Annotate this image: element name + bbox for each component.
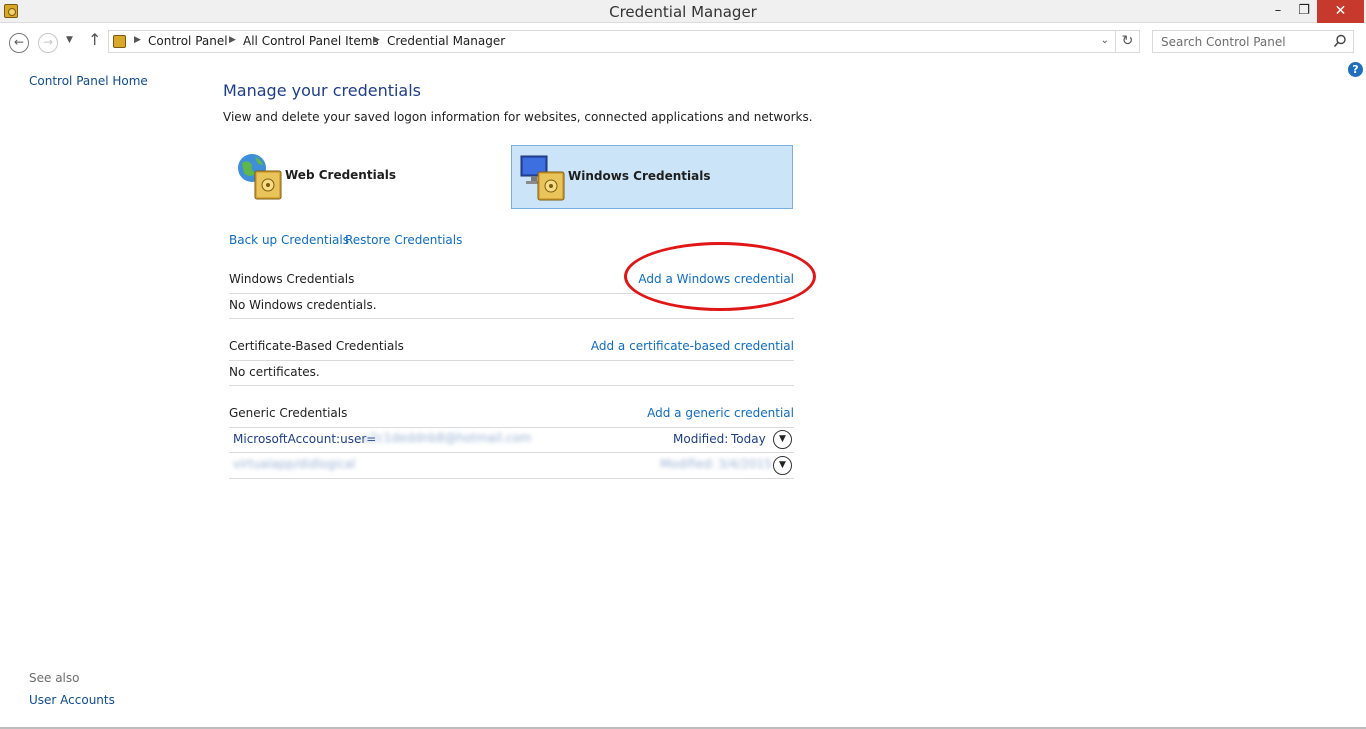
credential-name: MicrosoftAccount:user= (233, 432, 377, 446)
expand-icon[interactable]: ▼ (773, 456, 792, 475)
credential-name-blurred: u2c1deddnb8@hotmail.com (362, 431, 532, 445)
restore-credentials-link[interactable]: Restore Credentials (345, 233, 462, 247)
credential-name-blurred: virtualapp/didlogical (233, 457, 356, 471)
help-icon[interactable]: ? (1348, 62, 1363, 77)
certificate-credentials-section-title: Certificate-Based Credentials (229, 339, 404, 353)
web-credentials-icon (238, 154, 282, 200)
credential-modified-label: Modified: (660, 457, 716, 471)
windows-credentials-icon (520, 155, 565, 201)
back-icon[interactable]: ← (9, 33, 29, 53)
credential-modified-value-blurred: 3/4/2015 (718, 457, 772, 471)
user-accounts-link[interactable]: User Accounts (29, 693, 115, 707)
page-title: Manage your credentials (223, 81, 422, 100)
breadcrumb-credential-manager[interactable]: Credential Manager (387, 34, 505, 48)
minimize-button[interactable]: – (1265, 0, 1291, 23)
title-bar: Credential Manager – ❐ ✕ (0, 0, 1366, 23)
generic-credential-row[interactable]: virtualapp/didlogical Modified: 3/4/2015… (229, 453, 794, 479)
control-panel-home-link[interactable]: Control Panel Home (29, 74, 148, 88)
generic-credentials-section-header: Generic Credentials Add a generic creden… (229, 406, 794, 428)
web-credentials-label: Web Credentials (285, 168, 397, 182)
restore-button[interactable]: ❐ (1291, 0, 1317, 23)
credential-modified-label: Modified: (673, 432, 729, 446)
address-bar[interactable]: ▶ Control Panel ▶ All Control Panel Item… (108, 30, 1116, 53)
add-generic-credential-link[interactable]: Add a generic credential (647, 406, 794, 420)
search-input[interactable] (1153, 31, 1323, 52)
navigation-bar: ← → ▼ ↑ ▶ Control Panel ▶ All Control Pa… (0, 24, 1366, 60)
windows-credentials-label: Windows Credentials (568, 169, 711, 183)
breadcrumb-all-items[interactable]: All Control Panel Items (243, 34, 379, 48)
search-box[interactable] (1152, 30, 1354, 53)
address-dropdown-icon[interactable]: ⌄ (1101, 35, 1109, 46)
page-description: View and delete your saved logon informa… (223, 110, 813, 124)
windows-credentials-section-title: Windows Credentials (229, 272, 355, 286)
add-certificate-credential-link[interactable]: Add a certificate-based credential (591, 339, 794, 353)
certificate-credentials-section-header: Certificate-Based Credentials Add a cert… (229, 339, 794, 361)
forward-icon[interactable]: → (38, 33, 58, 53)
window-title: Credential Manager (609, 3, 757, 21)
refresh-icon[interactable]: ↻ (1116, 30, 1140, 53)
generic-credentials-section-title: Generic Credentials (229, 406, 348, 420)
generic-credential-row[interactable]: MicrosoftAccount:user= u2c1deddnb8@hotma… (229, 427, 794, 453)
certificates-empty: No certificates. (229, 360, 794, 386)
web-credentials-tile[interactable]: Web Credentials (229, 145, 511, 209)
breadcrumb-separator-icon[interactable]: ▶ (229, 35, 236, 45)
see-also-label: See also (29, 671, 80, 685)
credential-modified-value: Today (731, 432, 766, 446)
breadcrumb-separator-icon[interactable]: ▶ (373, 35, 380, 45)
recent-locations-chevron-icon[interactable]: ▼ (66, 35, 73, 45)
breadcrumb-control-panel[interactable]: Control Panel (148, 34, 228, 48)
close-button[interactable]: ✕ (1317, 0, 1364, 23)
breadcrumb-separator-icon[interactable]: ▶ (134, 35, 141, 45)
back-up-credentials-link[interactable]: Back up Credentials (229, 233, 349, 247)
search-icon[interactable] (1333, 34, 1347, 48)
annotation-highlight-ellipse (624, 242, 816, 311)
expand-icon[interactable]: ▼ (773, 430, 792, 449)
control-panel-icon (113, 35, 126, 48)
windows-credentials-tile[interactable]: Windows Credentials (511, 145, 793, 209)
up-icon[interactable]: ↑ (88, 30, 101, 49)
